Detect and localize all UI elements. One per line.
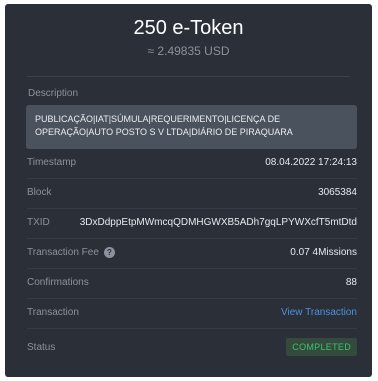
description-text: PUBLICAÇÃO|IAT|SÚMULA|REQUERIMENTO|LICEN… — [35, 114, 293, 137]
timestamp-value: 08.04.2022 17:24:13 — [265, 157, 357, 168]
fiat-equivalent: ≈ 2.49835 USD — [147, 44, 230, 58]
view-transaction-link[interactable]: View Transaction — [281, 307, 357, 318]
txid-label: TXID — [27, 217, 50, 228]
timestamp-label: Timestamp — [27, 157, 77, 168]
transaction-row: Transaction View Transaction — [27, 307, 357, 318]
status-label: Status — [27, 341, 56, 353]
txid-value: 3DxDdppEtpMWmcqQDMHGWXB5ADh7gqLPYWXcfT5m… — [79, 217, 357, 228]
status-badge: COMPLETED — [286, 338, 357, 356]
fee-row: Transaction Fee ? 0.07 4Missions — [27, 247, 357, 258]
fee-value: 0.07 4Missions — [290, 247, 357, 258]
fee-label-group: Transaction Fee ? — [27, 247, 115, 258]
divider — [27, 208, 357, 209]
question-circle-icon[interactable]: ? — [103, 247, 115, 258]
token-amount: 250 e-Token — [133, 17, 244, 39]
divider — [27, 268, 357, 269]
divider — [27, 328, 357, 329]
confirmations-value: 88 — [345, 277, 357, 288]
divider — [27, 238, 357, 239]
transaction-label: Transaction — [27, 307, 79, 318]
fee-label: Transaction Fee — [27, 247, 99, 258]
divider — [27, 76, 350, 77]
timestamp-row: Timestamp 08.04.2022 17:24:13 — [27, 157, 357, 168]
confirmations-row: Confirmations 88 — [27, 277, 357, 288]
block-label: Block — [27, 187, 52, 198]
txid-row: TXID 3DxDdppEtpMWmcqQDMHGWXB5ADh7gqLPYWX… — [27, 217, 357, 228]
block-value: 3065384 — [318, 187, 357, 198]
confirmations-label: Confirmations — [27, 277, 89, 288]
description-box: PUBLICAÇÃO|IAT|SÚMULA|REQUERIMENTO|LICEN… — [26, 105, 357, 149]
divider — [27, 178, 357, 179]
block-row: Block 3065384 — [27, 187, 357, 198]
description-label: Description — [28, 88, 79, 99]
status-row: Status COMPLETED — [27, 338, 357, 356]
divider — [27, 298, 357, 299]
transaction-details-panel: 250 e-Token ≈ 2.49835 USD Description PU… — [5, 4, 372, 377]
